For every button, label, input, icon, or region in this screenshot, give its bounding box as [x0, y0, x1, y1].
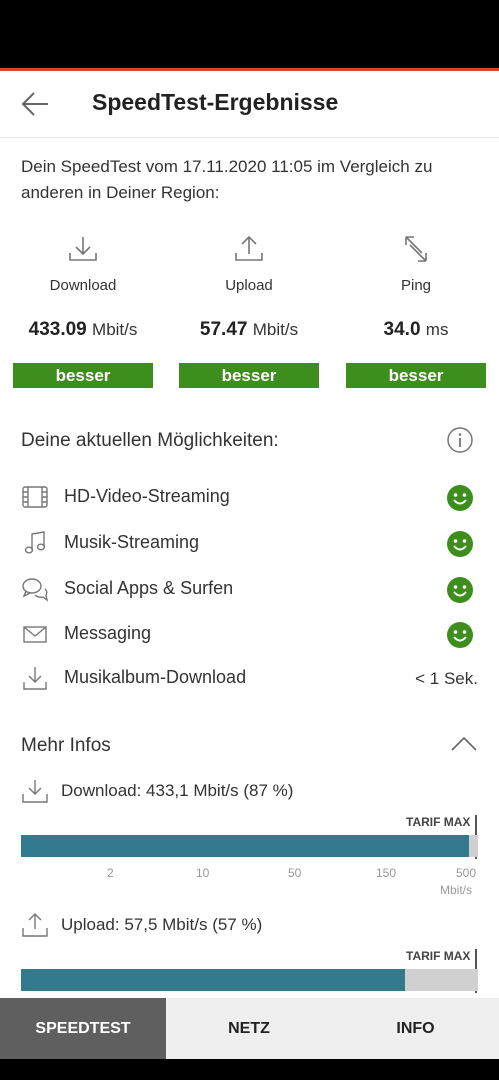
- capability-row: Musik-Streaming: [0, 524, 499, 564]
- info-icon[interactable]: [445, 425, 475, 455]
- more-info-title: Mehr Infos: [21, 735, 111, 756]
- scale-tick: 500: [456, 866, 477, 880]
- smiley-icon: [446, 621, 474, 649]
- upload-info: Upload: 57,5 Mbit/s (57 %): [0, 910, 499, 940]
- upload-icon: [179, 233, 319, 263]
- capability-label: Messaging: [64, 623, 152, 643]
- upload-icon: [21, 912, 49, 938]
- metric-ping: Ping 34.0 ms besser: [346, 233, 486, 388]
- chevron-up-icon[interactable]: [449, 732, 479, 756]
- metric-label: Upload: [225, 277, 273, 294]
- status-bar: [0, 0, 499, 68]
- download-bar: [21, 835, 478, 857]
- chat-bubbles-icon: [21, 575, 49, 603]
- smiley-icon: [446, 576, 474, 604]
- tab-netz[interactable]: NETZ: [166, 998, 332, 1059]
- capability-label: Musikalbum-Download: [64, 667, 247, 687]
- tab-info[interactable]: INFO: [332, 998, 499, 1059]
- status-badge: besser: [346, 363, 486, 388]
- metric-upload: Upload 57.47 Mbit/s besser: [179, 233, 319, 388]
- tab-bar: SPEEDTEST NETZ INFO: [0, 998, 499, 1059]
- upload-bar-fill: [21, 969, 405, 991]
- metric-value: 433.09 Mbit/s: [28, 319, 138, 340]
- capability-row: Social Apps & Surfen: [0, 570, 499, 610]
- scale-unit: Mbit/s: [440, 883, 473, 897]
- smiley-icon: [446, 530, 474, 558]
- tab-speedtest[interactable]: SPEEDTEST: [0, 998, 166, 1059]
- download-info: Download: 433,1 Mbit/s (87 %): [0, 776, 499, 806]
- status-badge: besser: [179, 363, 319, 388]
- ping-icon: [346, 233, 486, 263]
- upload-info-text: Upload: 57,5 Mbit/s (57 %): [61, 915, 263, 934]
- metric-value: 34.0 ms: [383, 319, 449, 340]
- scale-tick: 2: [107, 866, 114, 880]
- upload-bar: [21, 969, 478, 991]
- scale-tick: 50: [288, 866, 302, 880]
- page-title: SpeedTest-Ergebnisse: [92, 89, 339, 115]
- capability-row: Musikalbum-Download < 1 Sek.: [0, 659, 499, 699]
- download-icon: [21, 778, 49, 804]
- download-bar-fill: [21, 835, 469, 857]
- envelope-icon: [21, 620, 49, 648]
- download-icon: [21, 664, 49, 692]
- capabilities-title: Deine aktuellen Möglichkeiten:: [21, 430, 279, 451]
- music-note-icon: [21, 529, 49, 557]
- metric-value: 57.47 Mbit/s: [199, 319, 299, 340]
- capability-row: Messaging: [0, 615, 499, 655]
- capability-label: HD-Video-Streaming: [64, 486, 230, 506]
- status-badge: besser: [13, 363, 153, 388]
- capability-row: HD-Video-Streaming: [0, 478, 499, 518]
- metric-label: Download: [49, 277, 117, 294]
- scale-tick: 10: [196, 866, 210, 880]
- download-icon: [13, 233, 153, 263]
- tarif-max-label: TARIF MAX: [406, 815, 471, 829]
- capability-value: < 1 Sek.: [415, 669, 478, 688]
- navigation-bar: [0, 1059, 499, 1080]
- intro-text: Dein SpeedTest vom 17.11.2020 11:05 im V…: [21, 157, 433, 202]
- tarif-max-label: TARIF MAX: [406, 949, 471, 963]
- metric-download: Download 433.09 Mbit/s besser: [13, 233, 153, 388]
- film-icon: [21, 483, 49, 511]
- back-arrow-icon[interactable]: [18, 86, 54, 122]
- metric-label: Ping: [400, 277, 432, 294]
- capability-label: Musik-Streaming: [64, 532, 200, 552]
- scale-tick: 150: [376, 866, 397, 880]
- smiley-icon: [446, 484, 474, 512]
- capability-label: Social Apps & Surfen: [64, 578, 234, 598]
- download-info-text: Download: 433,1 Mbit/s (87 %): [61, 781, 294, 800]
